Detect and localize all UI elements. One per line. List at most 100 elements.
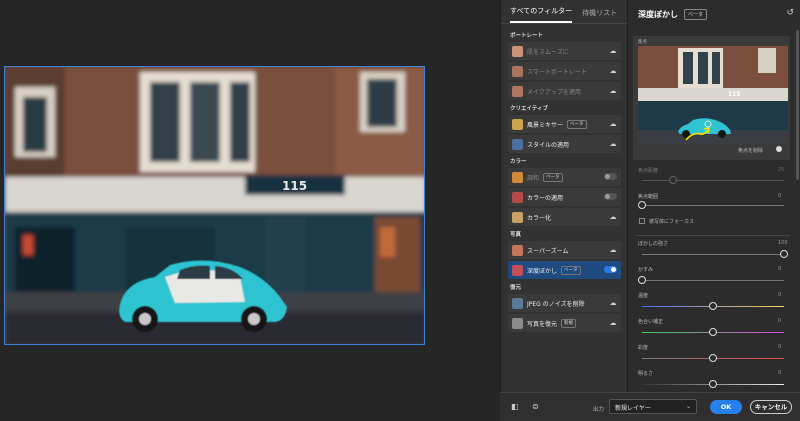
filter-colorize[interactable]: カラー化 ☁ [508, 208, 621, 226]
filter-style-transfer[interactable]: スタイルの適用 ☁ [508, 135, 621, 153]
beta-badge: ベータ [567, 119, 587, 129]
filter-thumb [512, 45, 523, 57]
blur-strength-slider[interactable] [780, 250, 788, 258]
tint-slider[interactable] [709, 328, 717, 336]
filter-label: メイクアップを適用 [527, 88, 581, 96]
filter-makeup-transfer[interactable]: メイクアップを適用 ☁ [508, 82, 621, 100]
output-select[interactable]: 新規レイヤー ⌄ [609, 399, 697, 414]
split-view-icon[interactable]: ◧ [511, 402, 519, 411]
reset-icon[interactable]: ↺ [786, 8, 794, 18]
cloud-download-icon[interactable]: ☁ [609, 67, 617, 75]
panel-title: 深度ぼかし [638, 9, 678, 19]
saturation-value: 0 [778, 344, 782, 350]
focal-range-slider[interactable] [638, 201, 646, 209]
filter-landscape-mixer[interactable]: 風景ミキサー ベータ ☁ [508, 115, 621, 133]
filter-thumb [512, 211, 523, 223]
brightness-value: 0 [778, 370, 782, 376]
cloud-download-icon[interactable]: ☁ [609, 319, 617, 327]
filter-jpeg-artifacts[interactable]: JPEG のノイズを削除 ☁ [508, 294, 621, 312]
filter-thumb [512, 297, 523, 309]
haze-track [642, 280, 784, 281]
filter-label: カラー化 [527, 214, 552, 222]
filter-harmonization[interactable]: 調和 ベータ [508, 168, 621, 186]
cancel-button[interactable]: キャンセル [750, 400, 792, 414]
filter-list: すべてのフィルター 待機リスト ポートレート 肌をスムーズに ☁ スマートポート… [500, 0, 627, 392]
cloud-download-icon[interactable]: ☁ [609, 120, 617, 128]
category-color: カラー [510, 159, 527, 165]
focal-distance-slider[interactable] [669, 176, 677, 184]
filter-toggle[interactable] [604, 173, 617, 180]
haze-slider[interactable] [638, 276, 646, 284]
haze-label: かすみ [638, 267, 654, 273]
street-scene: 115 [5, 67, 424, 344]
neural-filters-window: 115 すべてのフィルター 待機リスト ポートレート 肌をスムーズに ☁ スマー… [0, 0, 800, 421]
focal-range-value: 0 [778, 193, 782, 199]
brightness-slider[interactable] [709, 380, 717, 388]
blur-strength-track [642, 254, 784, 255]
delete-focal-point-link[interactable]: 焦点を削除 [738, 147, 763, 154]
filter-super-zoom[interactable]: スーパーズーム ☁ [508, 241, 621, 259]
cloud-download-icon[interactable]: ☁ [609, 213, 617, 221]
focal-range-label: 焦点範囲 [638, 194, 659, 200]
tab-waitlist[interactable]: 待機リスト [582, 8, 617, 23]
filter-photo-restoration[interactable]: 写真を復元 新規 ☁ [508, 314, 621, 332]
saturation-slider[interactable] [709, 354, 717, 362]
beta-badge: ベータ [684, 8, 708, 20]
tab-all-filters[interactable]: すべてのフィルター [510, 6, 573, 23]
category-restore: 復元 [510, 285, 522, 291]
layers-icon[interactable]: ⊜ [532, 402, 539, 411]
focal-distance-track [642, 180, 784, 181]
divider [636, 235, 790, 236]
filter-label: JPEG のノイズを削除 [527, 300, 585, 308]
filter-toggle[interactable] [604, 193, 617, 200]
focal-thumbnail-image: 115 [638, 46, 788, 144]
blur-strength-value: 100 [778, 240, 788, 246]
category-creative: クリエイティブ [510, 106, 549, 112]
filter-smart-portrait[interactable]: スマートポートレート ☁ [508, 62, 621, 80]
focal-distance-label: 焦点距離 [638, 168, 659, 174]
filter-color-transfer[interactable]: カラーの適用 [508, 188, 621, 206]
filter-depth-blur[interactable]: 深度ぼかし ベータ [508, 261, 621, 279]
filter-label: 調和 [527, 174, 540, 182]
temperature-label: 温度 [638, 293, 649, 299]
filter-thumb [512, 191, 523, 203]
cloud-download-icon[interactable]: ☁ [609, 140, 617, 148]
saturation-label: 彩度 [638, 345, 649, 351]
new-badge: 新規 [561, 318, 577, 328]
cloud-download-icon[interactable]: ☁ [609, 87, 617, 95]
cloud-download-icon[interactable]: ☁ [609, 299, 617, 307]
filter-thumb [512, 65, 523, 77]
filter-thumb [512, 171, 523, 183]
cloud-download-icon[interactable]: ☁ [609, 246, 617, 254]
filter-label: スタイルの適用 [527, 141, 570, 149]
bottom-bar: ◧ ⊜ 出力 新規レイヤー ⌄ OK キャンセル [500, 392, 800, 421]
filter-toggle[interactable] [604, 266, 617, 273]
blur-strength-label: ぼかしの強さ [638, 241, 669, 247]
preview-photo[interactable]: 115 [4, 66, 425, 345]
focal-point-preview[interactable]: 115 [638, 46, 788, 144]
filter-thumb [512, 317, 523, 329]
filter-label: 肌をスムーズに [527, 48, 569, 56]
beta-badge: ベータ [561, 265, 581, 275]
temperature-value: 0 [778, 292, 782, 298]
temperature-slider[interactable] [709, 302, 717, 310]
filter-thumb [512, 85, 523, 97]
cloud-download-icon[interactable]: ☁ [609, 47, 617, 55]
focal-range-track [642, 205, 784, 206]
tint-label: 色合い補正 [638, 319, 664, 325]
focus-subject-checkbox[interactable] [639, 218, 645, 224]
output-select-value: 新規レイヤー [615, 405, 651, 412]
ok-button[interactable]: OK [710, 400, 742, 414]
filter-thumb [512, 244, 523, 256]
filter-label: スマートポートレート [527, 68, 587, 76]
chevron-down-icon: ⌄ [685, 403, 691, 410]
minus-circle-icon[interactable] [776, 146, 782, 152]
haze-value: 0 [778, 266, 782, 272]
filter-skin-smoothing[interactable]: 肌をスムーズに ☁ [508, 42, 621, 60]
brightness-label: 明るさ [638, 371, 654, 377]
filter-tabs: すべてのフィルター 待機リスト [501, 0, 627, 24]
filter-label: カラーの適用 [527, 194, 564, 202]
filter-thumb [512, 118, 523, 130]
panel-scrollbar[interactable] [796, 30, 799, 180]
tint-value: 0 [778, 318, 782, 324]
